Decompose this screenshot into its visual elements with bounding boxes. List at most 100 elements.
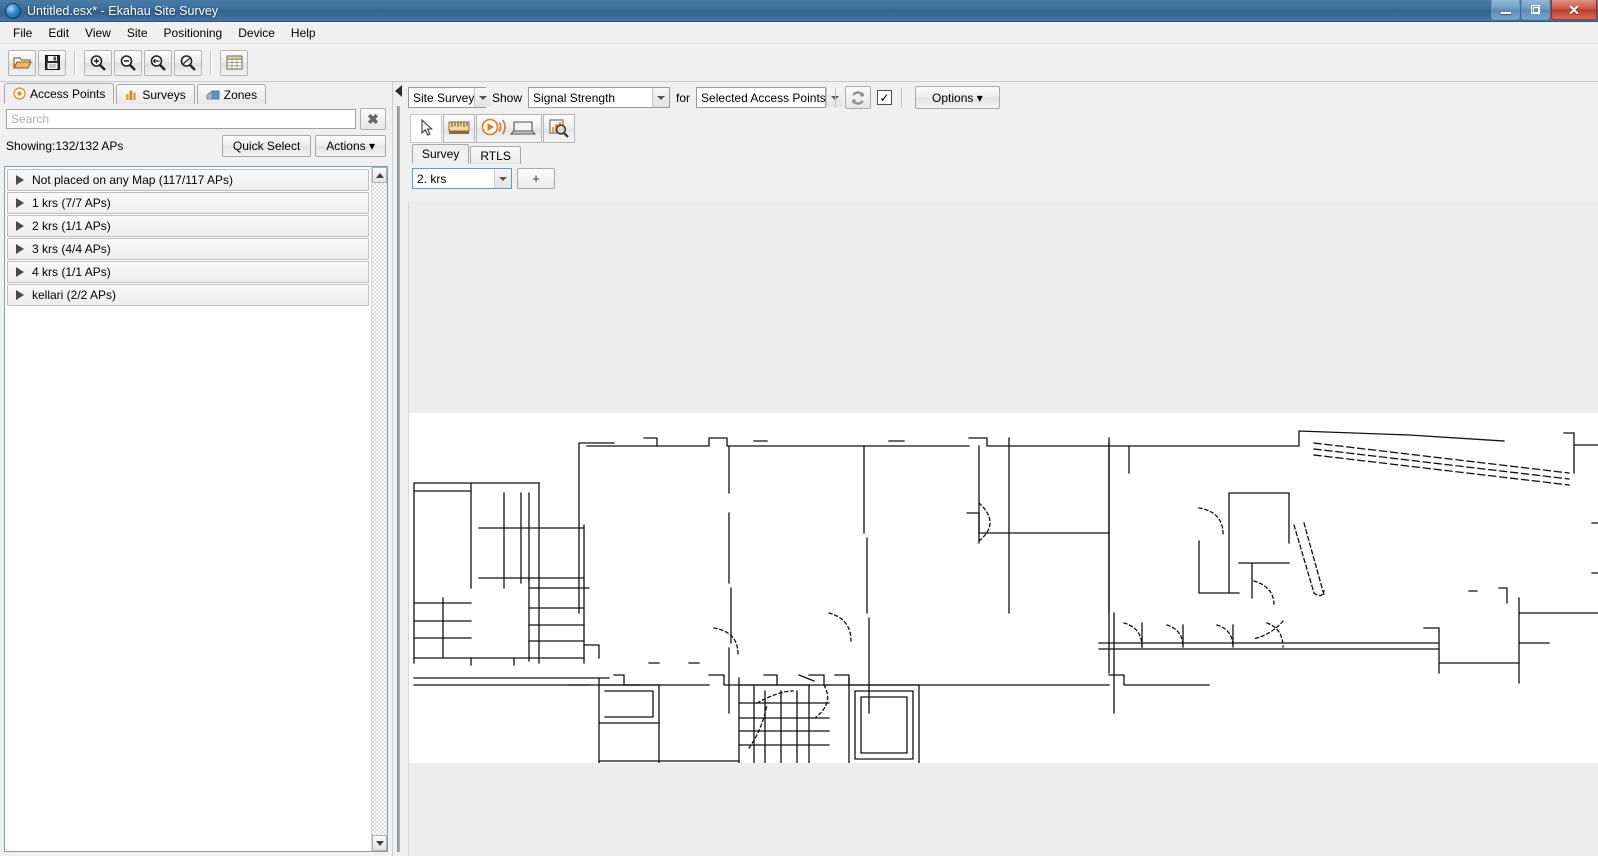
tab-access-points[interactable]: Access Points bbox=[4, 83, 115, 104]
menu-view[interactable]: View bbox=[77, 23, 119, 43]
minimize-button[interactable] bbox=[1491, 0, 1520, 20]
zoom-in-button[interactable] bbox=[84, 49, 112, 76]
tree-item-label: 4 krs (1/1 APs) bbox=[32, 265, 111, 279]
expand-triangle-icon[interactable] bbox=[16, 244, 24, 254]
search-input[interactable] bbox=[6, 109, 356, 129]
map-canvas-area[interactable] bbox=[408, 201, 1598, 856]
mode-combo[interactable]: Site Survey bbox=[408, 87, 492, 108]
chevron-down-icon[interactable] bbox=[494, 169, 511, 188]
left-panel: Access Points Surveys Zones ✖ bbox=[0, 82, 392, 856]
survey-laptop-wifi-icon bbox=[481, 118, 537, 136]
expand-triangle-icon[interactable] bbox=[16, 175, 24, 185]
tree-item-label: 2 krs (1/1 APs) bbox=[32, 219, 111, 233]
tree-item[interactable]: 3 krs (4/4 APs) bbox=[7, 238, 369, 260]
add-floor-button[interactable]: + bbox=[517, 168, 555, 189]
panel-splitter[interactable] bbox=[392, 82, 404, 856]
close-button[interactable]: ✕ bbox=[1551, 0, 1597, 20]
floor-plan-map[interactable] bbox=[409, 413, 1598, 764]
tree-item-label: kellari (2/2 APs) bbox=[32, 288, 117, 302]
ekahau-globe-icon bbox=[5, 2, 21, 19]
main-toolbar: No Secondary Wi-Fi Adapter bbox=[0, 44, 1598, 116]
save-file-button[interactable] bbox=[38, 49, 66, 76]
zoom-out-button[interactable] bbox=[114, 49, 142, 76]
scroll-up-button[interactable] bbox=[372, 167, 387, 183]
zoom-actual-button[interactable] bbox=[174, 49, 202, 76]
tab-access-points-label: Access Points bbox=[30, 86, 106, 101]
showing-count-label: Showing:132/132 APs bbox=[6, 139, 124, 153]
clear-search-button[interactable]: ✖ bbox=[360, 108, 386, 130]
tree-item[interactable]: 1 krs (7/7 APs) bbox=[7, 192, 369, 214]
auto-refresh-checkbox[interactable]: ✓ bbox=[877, 90, 893, 105]
expand-triangle-icon[interactable] bbox=[16, 198, 24, 208]
expand-triangle-icon[interactable] bbox=[16, 267, 24, 277]
main-panel: Site Survey Show Signal Strength for Sel… bbox=[404, 82, 1598, 856]
scroll-down-button[interactable] bbox=[372, 835, 387, 851]
open-file-button[interactable] bbox=[8, 49, 36, 76]
tree-vertical-scrollbar[interactable] bbox=[371, 167, 387, 851]
menu-file[interactable]: File bbox=[5, 23, 40, 43]
menu-edit[interactable]: Edit bbox=[40, 23, 77, 43]
refresh-button[interactable] bbox=[845, 86, 872, 109]
for-combo-value: Selected Access Points bbox=[701, 90, 826, 105]
tab-zones-label: Zones bbox=[223, 87, 258, 102]
floor-combo[interactable]: 2. krs bbox=[412, 168, 512, 189]
menu-device[interactable]: Device bbox=[230, 23, 283, 43]
magnifier-minus-icon bbox=[120, 54, 136, 71]
sidebar-tabs: Access Points Surveys Zones bbox=[0, 82, 392, 104]
for-label: for bbox=[676, 90, 691, 105]
access-point-target-icon bbox=[13, 87, 26, 100]
tree-item[interactable]: kellari (2/2 APs) bbox=[7, 284, 369, 306]
chevron-down-icon[interactable] bbox=[652, 88, 670, 107]
splitter-handle[interactable] bbox=[397, 106, 400, 852]
analyze-tool[interactable] bbox=[543, 113, 575, 143]
mode-combo-value: Site Survey bbox=[413, 90, 475, 105]
tab-rtls[interactable]: RTLS bbox=[470, 146, 521, 164]
floor-plan-drawing bbox=[413, 430, 1598, 764]
tab-survey[interactable]: Survey bbox=[412, 144, 470, 164]
expand-triangle-icon[interactable] bbox=[16, 290, 24, 300]
tree-item[interactable]: 2 krs (1/1 APs) bbox=[7, 215, 369, 237]
tree-item-label: 3 krs (4/4 APs) bbox=[32, 242, 111, 256]
tab-surveys[interactable]: Surveys bbox=[116, 84, 195, 104]
grid-table-button[interactable] bbox=[220, 49, 248, 76]
tab-surveys-label: Surveys bbox=[142, 87, 186, 102]
search-row: ✖ bbox=[0, 104, 392, 132]
scroll-track[interactable] bbox=[372, 183, 387, 835]
quick-select-button[interactable]: Quick Select bbox=[221, 135, 312, 157]
survey-rtls-tabs: Survey RTLS bbox=[404, 144, 1598, 164]
floor-combo-value: 2. krs bbox=[417, 171, 447, 186]
bar-chart-icon bbox=[126, 90, 137, 100]
zoom-fit-button[interactable] bbox=[144, 49, 172, 76]
zones-shape-icon bbox=[206, 89, 220, 99]
analyze-chart-magnifier-icon bbox=[549, 119, 569, 138]
window-controls: ✕ bbox=[1490, 0, 1597, 20]
menu-help[interactable]: Help bbox=[283, 23, 324, 43]
grid-table-icon bbox=[226, 55, 242, 70]
actions-button[interactable]: Actions ▾ bbox=[315, 135, 386, 157]
survey-tool[interactable] bbox=[476, 113, 542, 143]
tree-item-label: Not placed on any Map (117/117 APs) bbox=[32, 173, 234, 187]
magnifier-plus-icon bbox=[90, 54, 106, 71]
select-tool[interactable] bbox=[410, 113, 442, 143]
survey-tools-toolbar bbox=[404, 110, 1598, 144]
tree-item-label: 1 krs (7/7 APs) bbox=[32, 196, 111, 210]
view-options-toolbar: Site Survey Show Signal Strength for Sel… bbox=[404, 82, 1598, 110]
show-combo-value: Signal Strength bbox=[533, 90, 616, 105]
showing-row: Showing:132/132 APs Quick Select Actions… bbox=[0, 132, 392, 162]
tree-item[interactable]: 4 krs (1/1 APs) bbox=[7, 261, 369, 283]
tab-zones[interactable]: Zones bbox=[196, 84, 267, 104]
title-bar: Untitled.esx* - Ekahau Site Survey ✕ bbox=[0, 0, 1598, 22]
chevron-down-icon[interactable] bbox=[474, 88, 492, 107]
scale-tool[interactable] bbox=[443, 113, 475, 143]
menu-positioning[interactable]: Positioning bbox=[156, 23, 231, 43]
expand-triangle-icon[interactable] bbox=[16, 221, 24, 231]
for-combo[interactable]: Selected Access Points bbox=[696, 87, 843, 108]
ruler-icon bbox=[448, 121, 470, 134]
tree-item[interactable]: Not placed on any Map (117/117 APs) bbox=[7, 169, 369, 191]
restore-button[interactable] bbox=[1521, 0, 1550, 20]
floor-selector-row: 2. krs + bbox=[404, 164, 1598, 194]
options-button[interactable]: Options ▾ bbox=[915, 86, 1000, 109]
collapse-panel-button[interactable] bbox=[393, 83, 403, 99]
menu-site[interactable]: Site bbox=[119, 23, 156, 43]
show-combo[interactable]: Signal Strength bbox=[528, 87, 671, 108]
